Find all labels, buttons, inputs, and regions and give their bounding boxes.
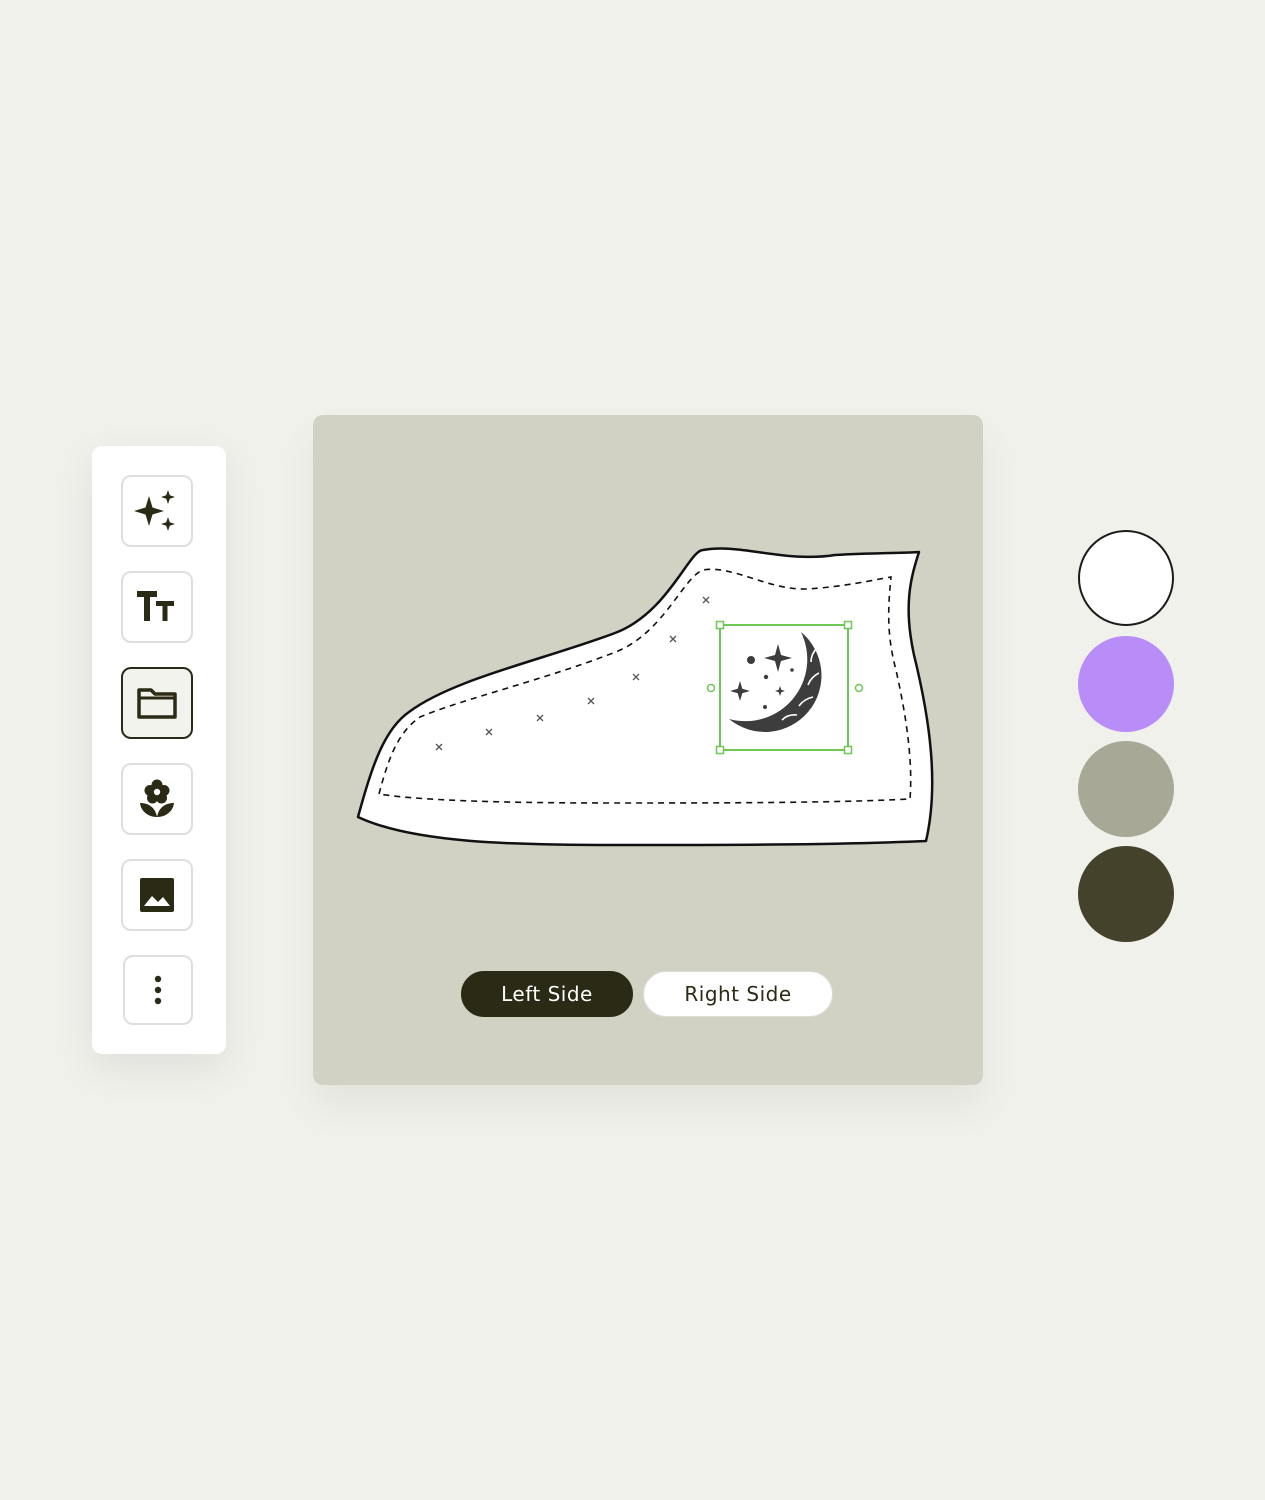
image-icon [140, 878, 174, 912]
more-button[interactable] [123, 955, 193, 1025]
uploads-button[interactable] [121, 667, 193, 739]
resize-handle-bottom-right[interactable] [843, 745, 853, 755]
sparkles-icon [134, 490, 175, 531]
add-text-button[interactable] [121, 571, 193, 643]
folder-icon [137, 688, 177, 719]
resize-handle-right[interactable] [854, 683, 864, 693]
flower-icon [140, 779, 174, 817]
left-side-button[interactable]: Left Side [461, 971, 633, 1017]
resize-handle-left[interactable] [706, 683, 716, 693]
tool-palette [92, 446, 226, 1054]
resize-handle-bottom-left[interactable] [715, 745, 725, 755]
text-icon [137, 591, 174, 621]
right-side-button[interactable]: Right Side [643, 971, 833, 1017]
color-swatch-white[interactable] [1078, 530, 1174, 626]
ai-effects-button[interactable] [121, 475, 193, 547]
resize-handle-top-left[interactable] [715, 620, 725, 630]
color-swatch-dark-olive[interactable] [1078, 846, 1174, 942]
design-canvas: Left Side Right Side [313, 415, 983, 1085]
more-vertical-icon [154, 975, 162, 1005]
graphics-button[interactable] [121, 763, 193, 835]
color-swatch-lavender[interactable] [1078, 636, 1174, 732]
color-swatch-sage-gray[interactable] [1078, 741, 1174, 837]
resize-handle-top-right[interactable] [843, 620, 853, 630]
images-button[interactable] [121, 859, 193, 931]
